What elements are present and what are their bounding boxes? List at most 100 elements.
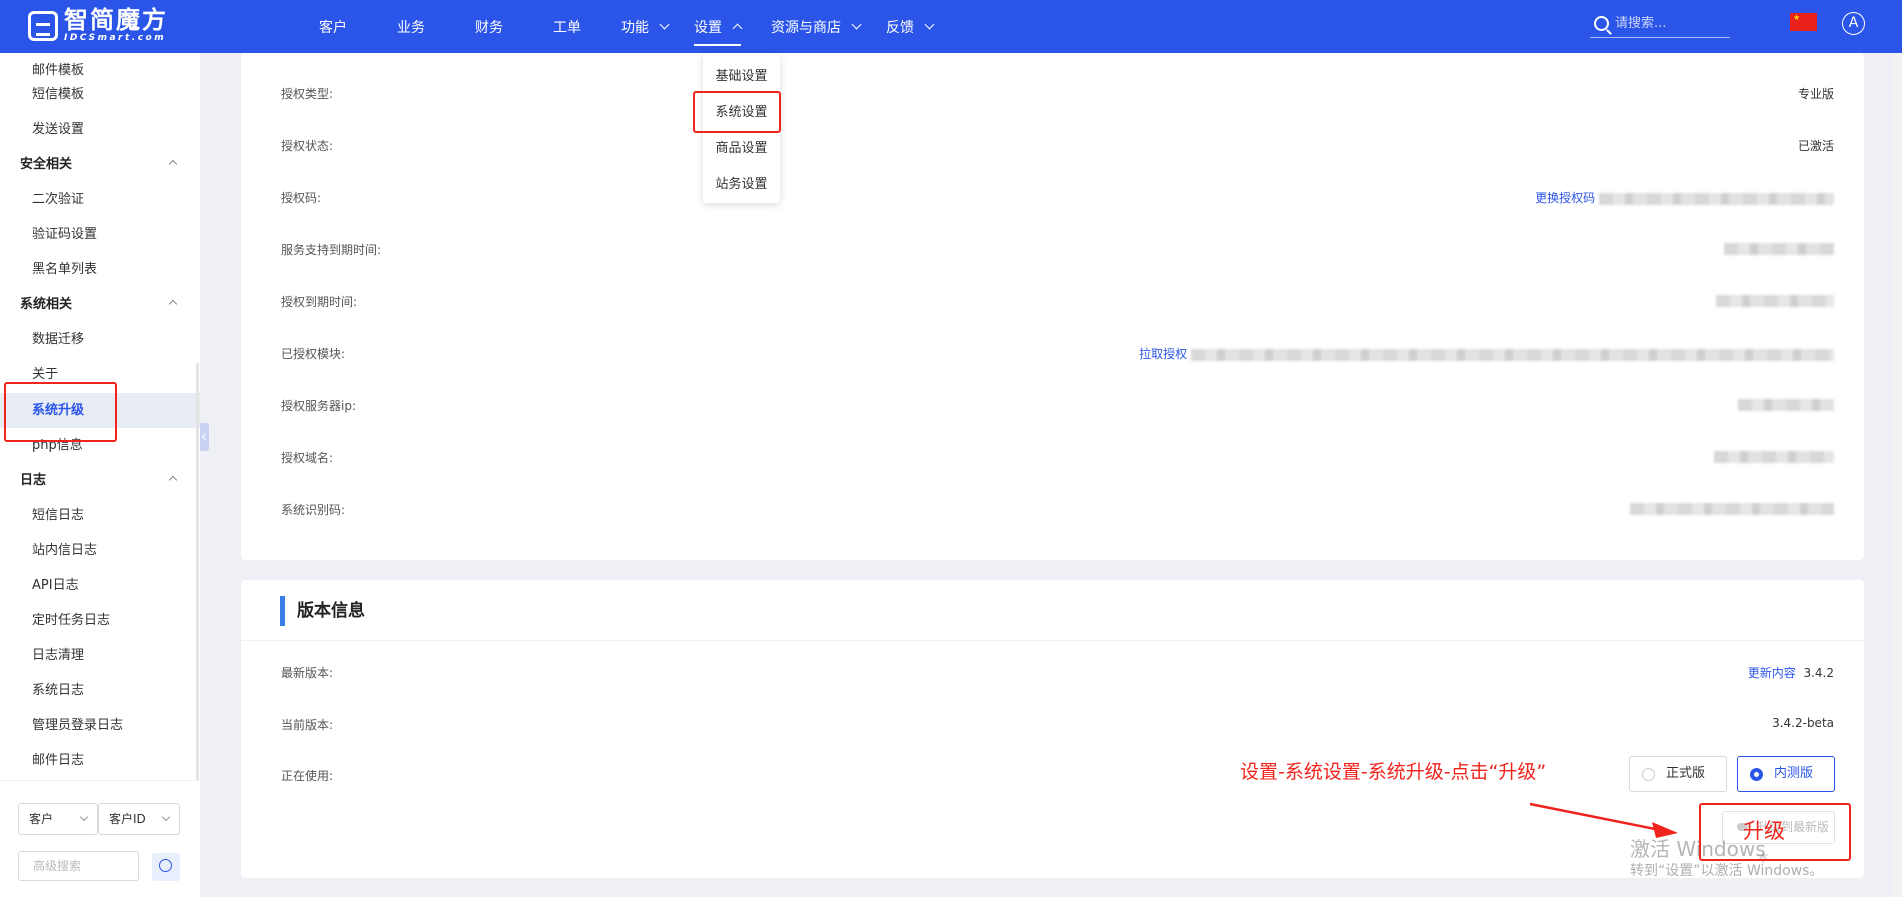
advanced-search-button[interactable] [152, 853, 180, 881]
sidebar-item-system-log[interactable]: 系统日志 [0, 673, 200, 708]
latest-version-label: 最新版本: [281, 666, 334, 680]
china-flag-icon[interactable] [1790, 13, 1817, 31]
sidebar-item-data-migration[interactable]: 数据迁移 [0, 322, 200, 357]
license-status-value: 已激活 [1797, 139, 1834, 153]
filter-type-select[interactable]: 客户 [18, 803, 98, 835]
brand-logo[interactable]: 智简魔方 IDCSmart.com [28, 8, 168, 43]
system-id-value [1630, 501, 1834, 515]
sidebar-group-security[interactable]: 安全相关 [0, 147, 200, 182]
version-section-title: 版本信息 [280, 596, 365, 626]
sidebar-item-send-settings[interactable]: 发送设置 [0, 112, 200, 147]
redacted-value [1599, 192, 1834, 205]
avatar[interactable]: A [1842, 12, 1865, 35]
nav-feedback[interactable]: 反馈 [886, 0, 935, 53]
brand-domain: IDCSmart.com [64, 33, 167, 43]
system-id-label: 系统识别码: [281, 503, 346, 517]
license-status-label: 授权状态: [281, 139, 334, 153]
redacted-value [1630, 502, 1834, 515]
sidebar-collapse-handle[interactable] [200, 423, 209, 451]
menu-item-site-settings[interactable]: 站务设置 [703, 167, 780, 203]
changelog-link[interactable]: 更新内容 [1748, 666, 1796, 680]
chevron-down-icon [161, 812, 171, 822]
redacted-value [1714, 450, 1834, 463]
support-expiry-value [1724, 241, 1834, 255]
sidebar-item-cron-log[interactable]: 定时任务日志 [0, 603, 200, 638]
menu-item-product-settings[interactable]: 商品设置 [703, 131, 780, 167]
main-nav: 客户 业务 财务 工单 功能 设置 资源与商店 反馈 [300, 0, 935, 53]
sidebar-group-system[interactable]: 系统相关 [0, 287, 200, 322]
nav-business[interactable]: 业务 [397, 0, 425, 53]
sidebar-item-blacklist[interactable]: 黑名单列表 [0, 252, 200, 287]
sidebar-item-sms-template[interactable]: 短信模板 [0, 77, 200, 112]
chevron-down-icon [924, 19, 935, 30]
support-expiry-label: 服务支持到期时间: [281, 243, 382, 257]
change-license-link[interactable]: 更换授权码 [1535, 191, 1595, 205]
sidebar-item-captcha[interactable]: 验证码设置 [0, 217, 200, 252]
current-version-value: 3.4.2-beta [1772, 716, 1834, 730]
licensed-modules-value: 拉取授权 [1139, 345, 1834, 362]
nav-ticket[interactable]: 工单 [553, 0, 581, 53]
annotation-instruction: 设置-系统设置-系统升级-点击“升级” [1240, 761, 1547, 783]
divider [241, 640, 1864, 641]
advanced-search-input[interactable]: 高级搜索 [18, 851, 139, 881]
sidebar-item-2fa[interactable]: 二次验证 [0, 182, 200, 217]
nav-features[interactable]: 功能 [621, 0, 670, 53]
search-icon [159, 859, 172, 872]
sidebar-item-log-cleanup[interactable]: 日志清理 [0, 638, 200, 673]
license-type-label: 授权类型: [281, 87, 334, 101]
redacted-value [1716, 294, 1834, 307]
chevron-down-icon [851, 19, 862, 30]
brand-name: 智简魔方 [64, 6, 168, 34]
nav-resources-store[interactable]: 资源与商店 [771, 0, 862, 53]
sidebar-group-logs[interactable]: 日志 [0, 463, 200, 498]
chevron-up-icon [168, 299, 178, 309]
license-server-ip-label: 授权服务器ip: [281, 399, 356, 413]
latest-version-value: 更新内容 3.4.2 [1747, 666, 1834, 680]
license-domain-label: 授权域名: [281, 451, 334, 465]
sidebar-scrollbar[interactable] [196, 363, 199, 833]
search-icon [1594, 16, 1609, 31]
menu-item-system-settings[interactable]: 系统设置 [703, 95, 780, 131]
license-code-value: 更换授权码 [1535, 189, 1834, 206]
search-input[interactable] [1615, 16, 1725, 31]
license-expiry-value [1716, 293, 1834, 307]
nav-settings[interactable]: 设置 [694, 0, 743, 53]
channel-stable-radio[interactable]: 正式版 [1629, 756, 1727, 792]
license-domain-value [1714, 449, 1834, 463]
sidebar-filter-panel: 客户 客户ID 高级搜索 [0, 780, 200, 897]
license-code-label: 授权码: [281, 191, 322, 205]
license-server-ip-value [1738, 397, 1834, 411]
version-card [241, 580, 1864, 878]
channel-beta-radio[interactable]: 内测版 [1737, 756, 1835, 792]
licensed-modules-label: 已授权模块: [281, 347, 346, 361]
redacted-value [1191, 348, 1834, 361]
windows-activation-watermark: 激活 Windows [1630, 837, 1766, 861]
pull-license-link[interactable]: 拉取授权 [1139, 347, 1187, 361]
nav-customer[interactable]: 客户 [319, 0, 347, 53]
nav-finance[interactable]: 财务 [475, 0, 503, 53]
windows-activation-hint: 转到“设置”以激活 Windows。 [1630, 863, 1824, 879]
sidebar-item-api-log[interactable]: API日志 [0, 568, 200, 603]
sidebar-item-system-upgrade[interactable]: 系统升级 [0, 393, 200, 428]
radio-icon [1642, 768, 1655, 781]
sidebar-item-sms-log[interactable]: 短信日志 [0, 498, 200, 533]
top-navbar: 智简魔方 IDCSmart.com 客户 业务 财务 工单 功能 设置 资源与商… [0, 0, 1902, 53]
chevron-up-icon [168, 159, 178, 169]
license-card [241, 53, 1864, 560]
sidebar-item-php-info[interactable]: php信息 [0, 428, 200, 463]
radio-checked-icon [1750, 768, 1763, 781]
redacted-value [1724, 242, 1834, 255]
sidebar-item-email-log[interactable]: 邮件日志 [0, 743, 200, 778]
menu-item-basic-settings[interactable]: 基础设置 [703, 59, 780, 95]
license-expiry-label: 授权到期时间: [281, 295, 358, 309]
sidebar-item-about[interactable]: 关于 [0, 357, 200, 392]
settings-dropdown-menu: 基础设置 系统设置 商品设置 站务设置 [703, 53, 780, 203]
sidebar-item-admin-login-log[interactable]: 管理员登录日志 [0, 708, 200, 743]
channel-label: 正在使用: [281, 769, 334, 783]
chevron-down-icon [79, 812, 89, 822]
chevron-down-icon [659, 19, 670, 30]
current-version-label: 当前版本: [281, 718, 334, 732]
sidebar-item-message-log[interactable]: 站内信日志 [0, 533, 200, 568]
main-scrollbar[interactable] [1892, 53, 1902, 897]
filter-field-select[interactable]: 客户ID [98, 803, 180, 835]
